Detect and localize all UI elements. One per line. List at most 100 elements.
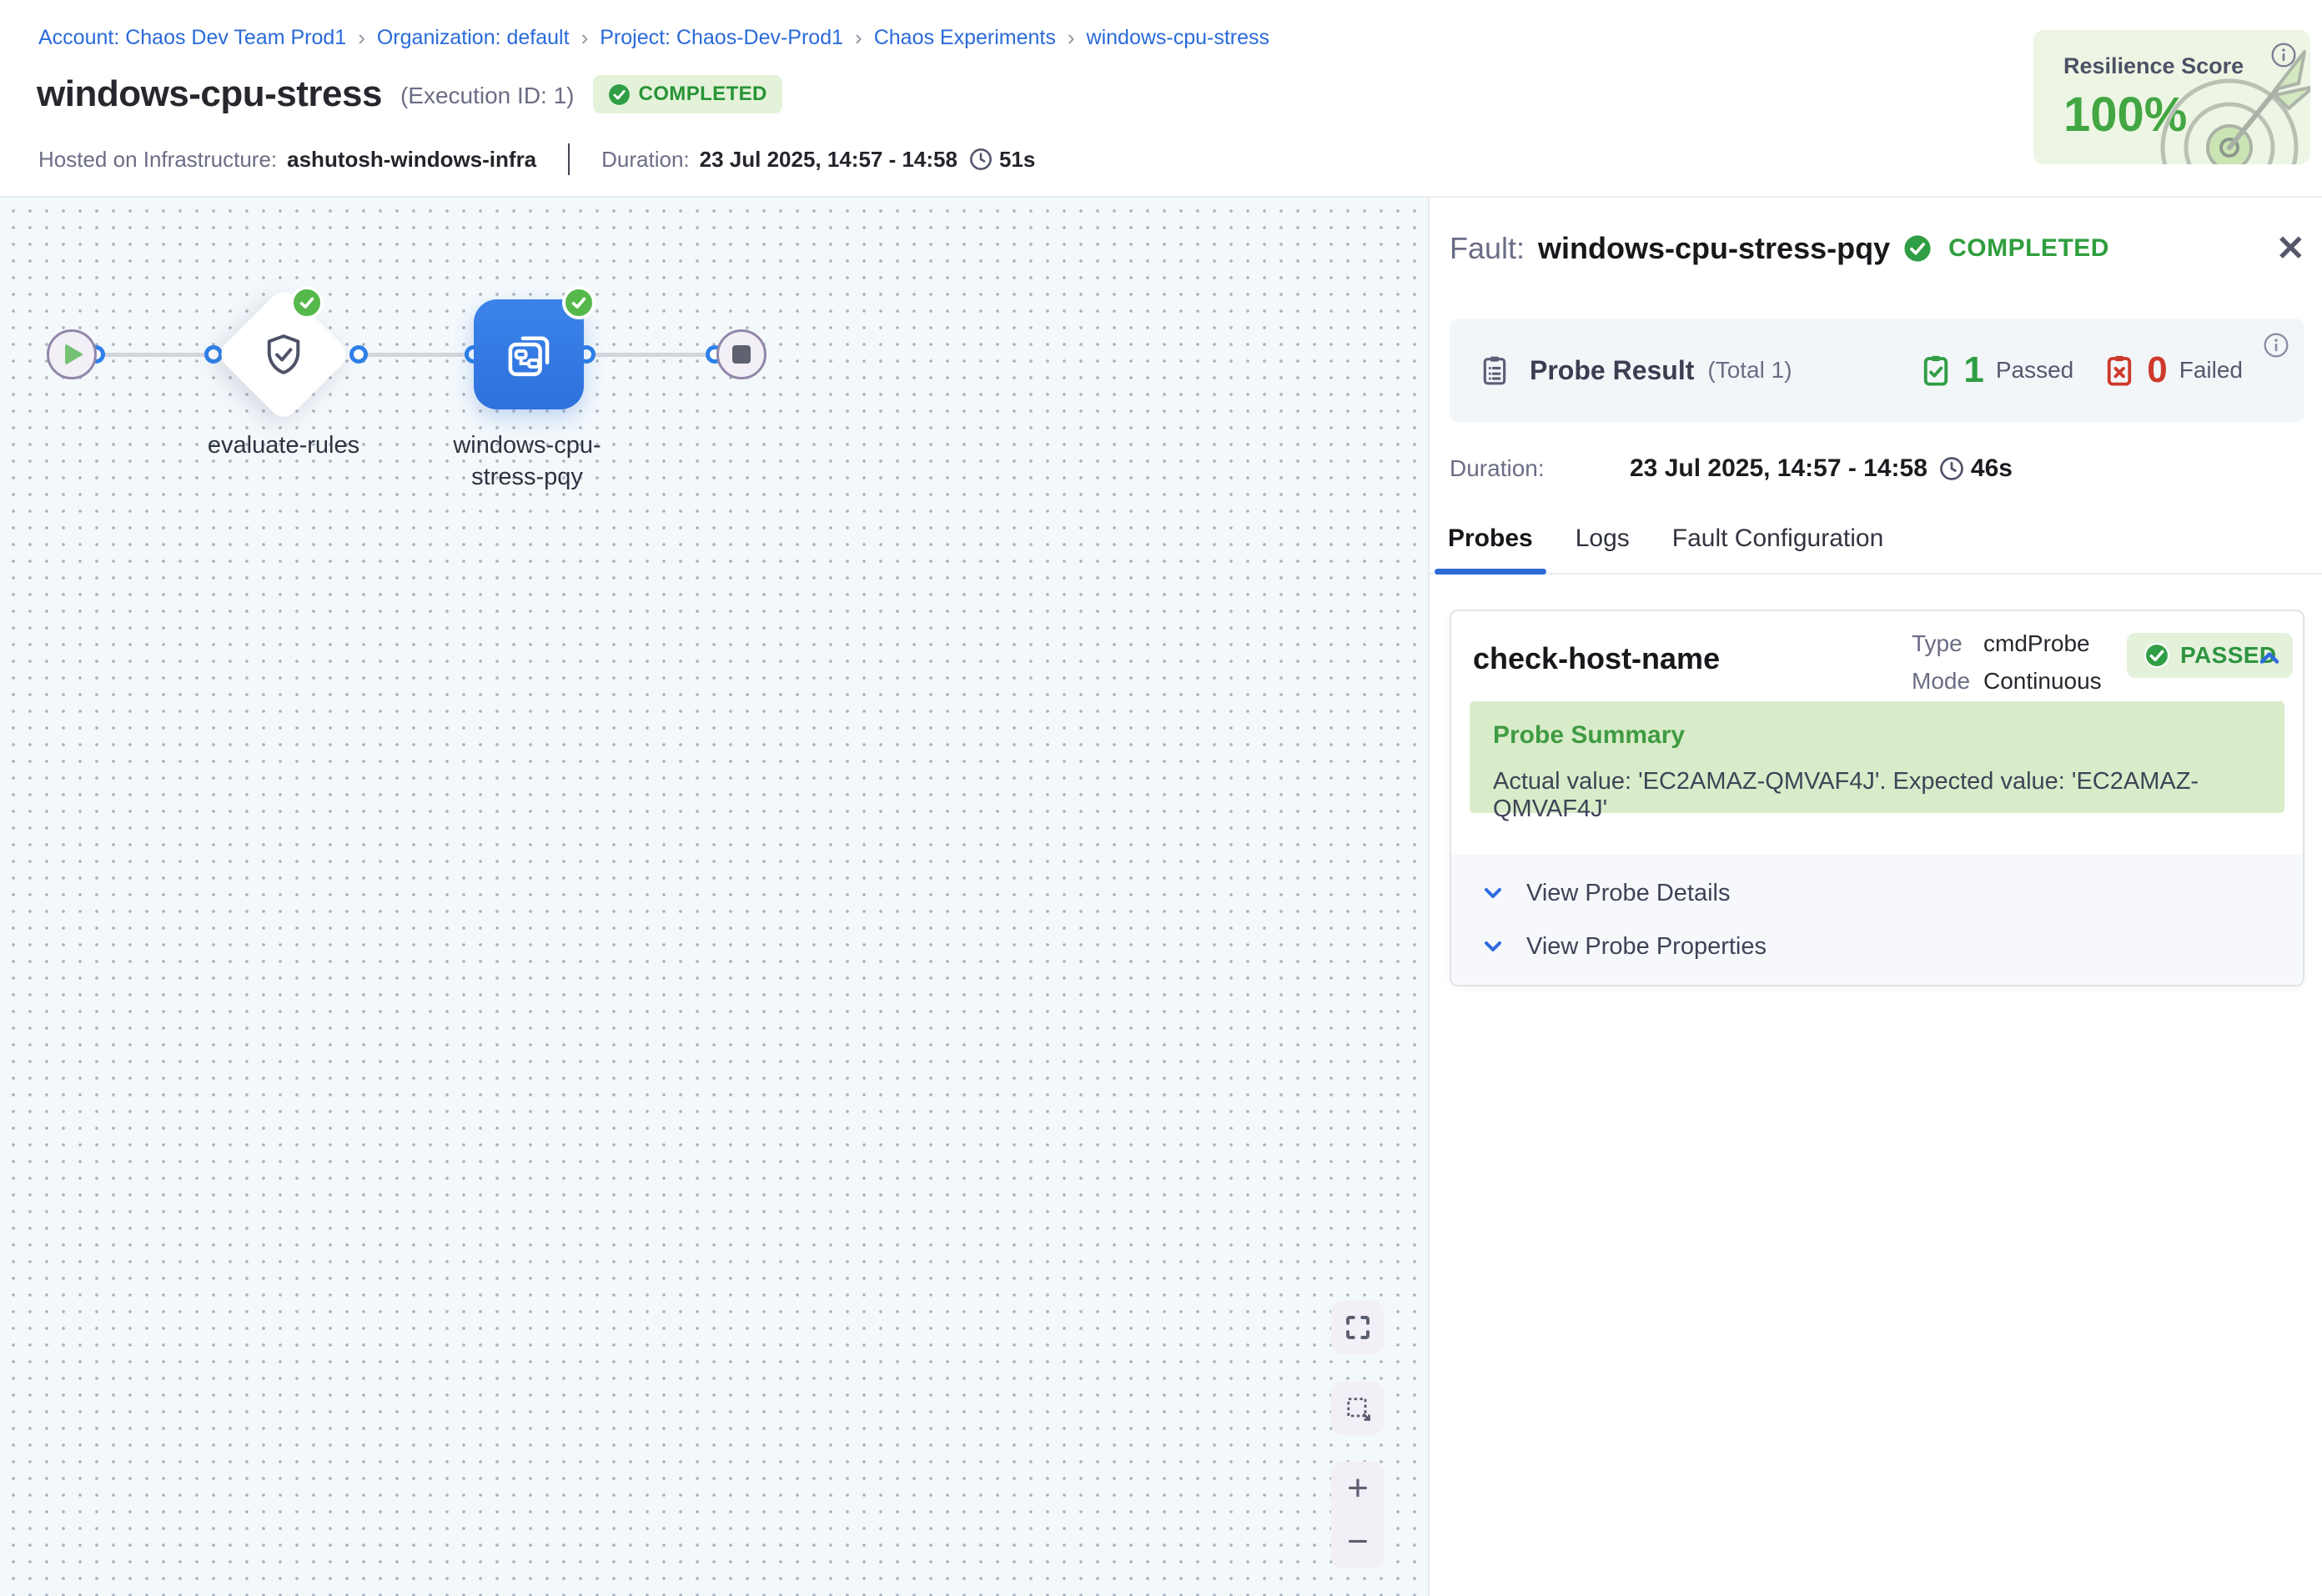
chevron-down-icon [1480, 880, 1506, 906]
tab-logs[interactable]: Logs [1576, 524, 1630, 553]
probe-summary-title: Probe Summary [1493, 721, 2261, 750]
meta-divider [568, 143, 570, 175]
fault-name: windows-cpu-stress-pqy [1538, 231, 1890, 266]
view-probe-details-toggle[interactable]: View Probe Details [1451, 866, 2303, 920]
pipeline-edge [359, 353, 474, 357]
duration-value: 23 Jul 2025, 14:57 - 14:58 [700, 147, 957, 173]
check-circle-icon [2144, 642, 2170, 669]
breadcrumb-current[interactable]: windows-cpu-stress [1087, 26, 1270, 50]
breadcrumb-separator-icon: › [581, 25, 589, 51]
stop-icon [732, 345, 751, 364]
tab-probes[interactable]: Probes [1448, 524, 1533, 553]
experiment-meta-row: Hosted on Infrastructure: ashutosh-windo… [38, 143, 1035, 175]
node-success-check-icon [562, 286, 596, 319]
page-title: windows-cpu-stress [37, 73, 382, 115]
breadcrumb-separator-icon: › [1068, 25, 1075, 51]
edge-port-dot [349, 345, 368, 364]
probe-result-info-icon[interactable] [2263, 332, 2289, 363]
tabs-divider [1430, 573, 2322, 575]
node-success-check-icon [290, 286, 324, 319]
experiment-status-badge: COMPLETED [593, 75, 782, 113]
fault-duration-row: Duration: 23 Jul 2025, 14:57 - 14:58 46s [1450, 454, 2013, 483]
breadcrumb-organization[interactable]: Organization: default [377, 26, 570, 50]
clipboard-x-icon [2102, 353, 2137, 388]
fault-label: Fault: [1450, 231, 1525, 266]
view-probe-properties-toggle[interactable]: View Probe Properties [1451, 920, 2303, 973]
fault-panel-tabs: Probes Logs Fault Configuration [1448, 524, 1883, 553]
pipeline-canvas[interactable]: evaluate-rules windows-cpu- stress-pqy +… [0, 198, 1428, 1596]
app-root: Account: Chaos Dev Team Prod1 › Organiza… [0, 0, 2322, 1596]
view-probe-details-label: View Probe Details [1526, 880, 1730, 907]
tab-fault-configuration[interactable]: Fault Configuration [1672, 524, 1883, 553]
target-arrow-illustration [2150, 35, 2310, 164]
resilience-score-card: Resilience Score 100% [2033, 30, 2310, 164]
pipeline-edge [96, 353, 214, 357]
node-label-windows-cpu-stress-pqy: windows-cpu- stress-pqy [394, 429, 661, 493]
close-icon[interactable]: ✕ [2276, 231, 2305, 266]
probe-result-total: (Total 1) [1707, 357, 1792, 384]
breadcrumb-chaos-experiments[interactable]: Chaos Experiments [874, 26, 1056, 50]
pipeline-end-node[interactable] [716, 329, 766, 379]
breadcrumb-project[interactable]: Project: Chaos-Dev-Prod1 [600, 26, 843, 50]
page-header: Account: Chaos Dev Team Prod1 › Organiza… [0, 0, 2322, 198]
pipeline-start-node[interactable] [47, 329, 97, 379]
infrastructure-name: ashutosh-windows-infra [287, 147, 536, 173]
passed-count: 1 [1963, 349, 1983, 391]
zoom-in-button[interactable]: + [1331, 1462, 1385, 1515]
duration-label: Duration: [601, 147, 690, 173]
probe-mode-label: Mode [1912, 662, 1983, 700]
probe-mode-value: Continuous [1983, 668, 2102, 694]
clipboard-check-icon [1918, 353, 1953, 388]
failed-label: Failed [2179, 357, 2243, 384]
play-icon [65, 344, 83, 365]
clock-icon [1939, 456, 1964, 481]
zoom-controls: + − [1331, 1462, 1385, 1568]
failed-count: 0 [2147, 349, 2167, 391]
passed-label: Passed [1996, 357, 2073, 384]
fault-icon [500, 326, 557, 383]
experiment-status-text: COMPLETED [639, 83, 767, 106]
node-evaluate-rules[interactable] [215, 286, 352, 423]
probe-type-label: Type [1912, 625, 1983, 662]
edge-port-dot [204, 345, 223, 364]
probe-name: check-host-name [1473, 641, 1720, 676]
node-windows-cpu-stress-pqy[interactable] [474, 299, 584, 409]
marquee-select-icon [1343, 1393, 1373, 1423]
node-label-line2: stress-pqy [394, 461, 661, 493]
clipboard-icon [1478, 354, 1511, 387]
node-label-evaluate-rules: evaluate-rules [150, 429, 417, 461]
chevron-up-icon[interactable] [2254, 643, 2284, 677]
hosted-on-label: Hosted on Infrastructure: [38, 147, 277, 173]
fault-panel-header: Fault: windows-cpu-stress-pqy COMPLETED … [1450, 231, 2305, 266]
probe-meta: TypecmdProbe ModeContinuous [1912, 625, 2102, 700]
fault-duration-elapsed: 46s [1971, 454, 2013, 483]
breadcrumb-separator-icon: › [358, 25, 365, 51]
probe-card-footer: View Probe Details View Probe Properties [1451, 855, 2303, 985]
fault-status-text: COMPLETED [1948, 234, 2109, 263]
probe-result-counts: 1 Passed 0 Failed [1918, 349, 2276, 391]
breadcrumb-account[interactable]: Account: Chaos Dev Team Prod1 [38, 26, 346, 50]
view-probe-properties-label: View Probe Properties [1526, 933, 1767, 961]
check-circle-icon [1903, 234, 1932, 263]
probe-mode-row: ModeContinuous [1912, 662, 2102, 700]
probe-result-card: Probe Result (Total 1) 1 Passed 0 Failed [1450, 319, 2304, 422]
breadcrumb-separator-icon: › [855, 25, 862, 51]
active-tab-underline [1435, 569, 1546, 575]
probe-type-row: TypecmdProbe [1912, 625, 2102, 662]
zoom-out-button[interactable]: − [1331, 1515, 1385, 1568]
fault-duration-label: Duration: [1450, 455, 1630, 482]
marquee-select-button[interactable] [1331, 1382, 1385, 1435]
check-circle-icon [608, 83, 631, 106]
fault-details-panel: Fault: windows-cpu-stress-pqy COMPLETED … [1428, 198, 2322, 1596]
fullscreen-button[interactable] [1331, 1301, 1385, 1354]
clock-icon [969, 148, 993, 171]
execution-id-label: (Execution ID: 1) [400, 79, 575, 109]
experiment-title-row: windows-cpu-stress (Execution ID: 1) COM… [37, 73, 782, 115]
probe-card-check-host-name: check-host-name TypecmdProbe ModeContinu… [1450, 610, 2304, 986]
chevron-down-icon [1480, 933, 1506, 960]
probe-type-value: cmdProbe [1983, 630, 2090, 656]
probe-summary-text: Actual value: 'EC2AMAZ-QMVAF4J'. Expecte… [1493, 768, 2261, 823]
pipeline-edge [586, 353, 715, 357]
probe-summary-box: Probe Summary Actual value: 'EC2AMAZ-QMV… [1470, 701, 2284, 813]
probe-result-title: Probe Result [1530, 355, 1694, 386]
